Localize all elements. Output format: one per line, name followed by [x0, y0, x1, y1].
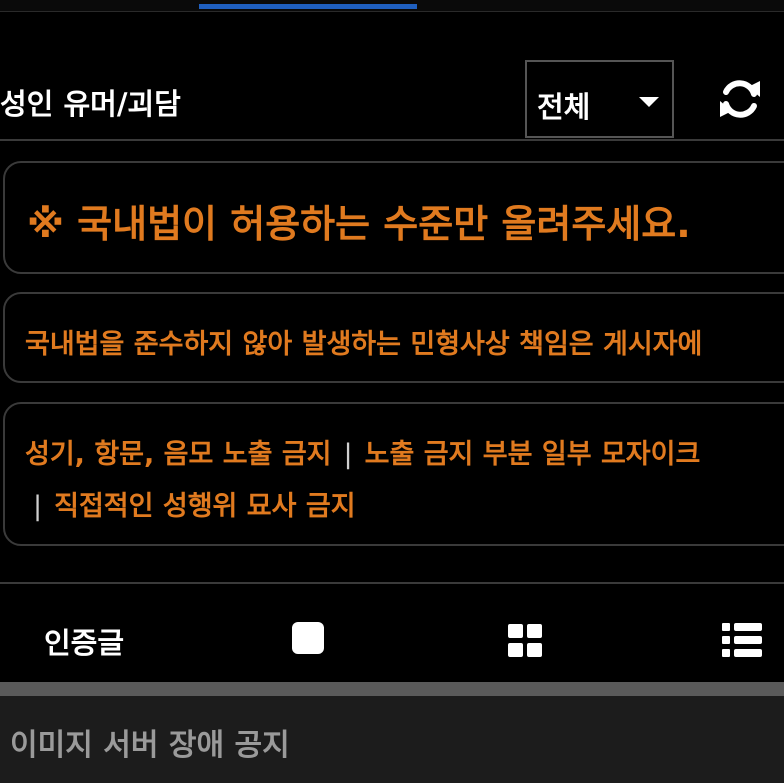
refresh-icon: [720, 80, 760, 118]
list-view-icon[interactable]: [722, 623, 762, 657]
category-filter-select[interactable]: 전체: [525, 60, 674, 138]
posting-rules-notice: 성기, 항문, 음모 노출 금지 | 노출 금지 부분 일부 모자이크 | 직접적인 …: [3, 402, 784, 546]
board-page: 성인 유머/괴담 전체 ※ 국내법이 허용하는 수준만 올려주세요. 국내법을 …: [0, 0, 784, 783]
rule-explicit-act: 직접적인 성행위 묘사 금지: [54, 491, 356, 522]
rule-separator: |: [343, 439, 353, 470]
caret-down-icon: [639, 97, 659, 107]
liability-text: 국내법을 준수하지 않아 발생하는 민형사상 책임은 게시자에: [25, 329, 703, 360]
active-tab-indicator: [199, 4, 417, 9]
rule-genital-exposure: 성기, 항문, 음모 노출 금지: [25, 439, 332, 470]
law-warning-notice: ※ 국내법이 허용하는 수준만 올려주세요.: [3, 161, 784, 274]
rules-line-2: | 직접적인 성행위 묘사 금지: [33, 484, 356, 523]
top-tab-strip: [0, 0, 784, 12]
tab-certified-posts[interactable]: 인증글: [44, 620, 124, 662]
list-item[interactable]: 이미지 서버 장애 공지: [0, 696, 784, 783]
rule-mosaic: 노출 금지 부분 일부 모자이크: [364, 439, 701, 470]
grid-view-icon[interactable]: [508, 624, 542, 658]
board-header: 성인 유머/괴담 전체: [0, 55, 784, 141]
law-warning-text: ※ 국내법이 허용하는 수준만 올려주세요.: [27, 202, 691, 246]
rules-line-1: 성기, 항문, 음모 노출 금지 | 노출 금지 부분 일부 모자이크: [25, 432, 700, 471]
single-view-icon[interactable]: [292, 622, 324, 654]
board-title: 성인 유머/괴담: [0, 87, 181, 121]
post-title: 이미지 서버 장애 공지: [10, 728, 290, 763]
view-tab-bar: 인증글: [0, 596, 784, 682]
liability-notice: 국내법을 준수하지 않아 발생하는 민형사상 책임은 게시자에: [3, 292, 784, 383]
section-divider: [0, 582, 784, 584]
list-top-band: [0, 682, 784, 696]
refresh-button[interactable]: [716, 77, 764, 121]
filter-selected-label: 전체: [537, 90, 591, 124]
rule-separator: |: [33, 491, 43, 522]
